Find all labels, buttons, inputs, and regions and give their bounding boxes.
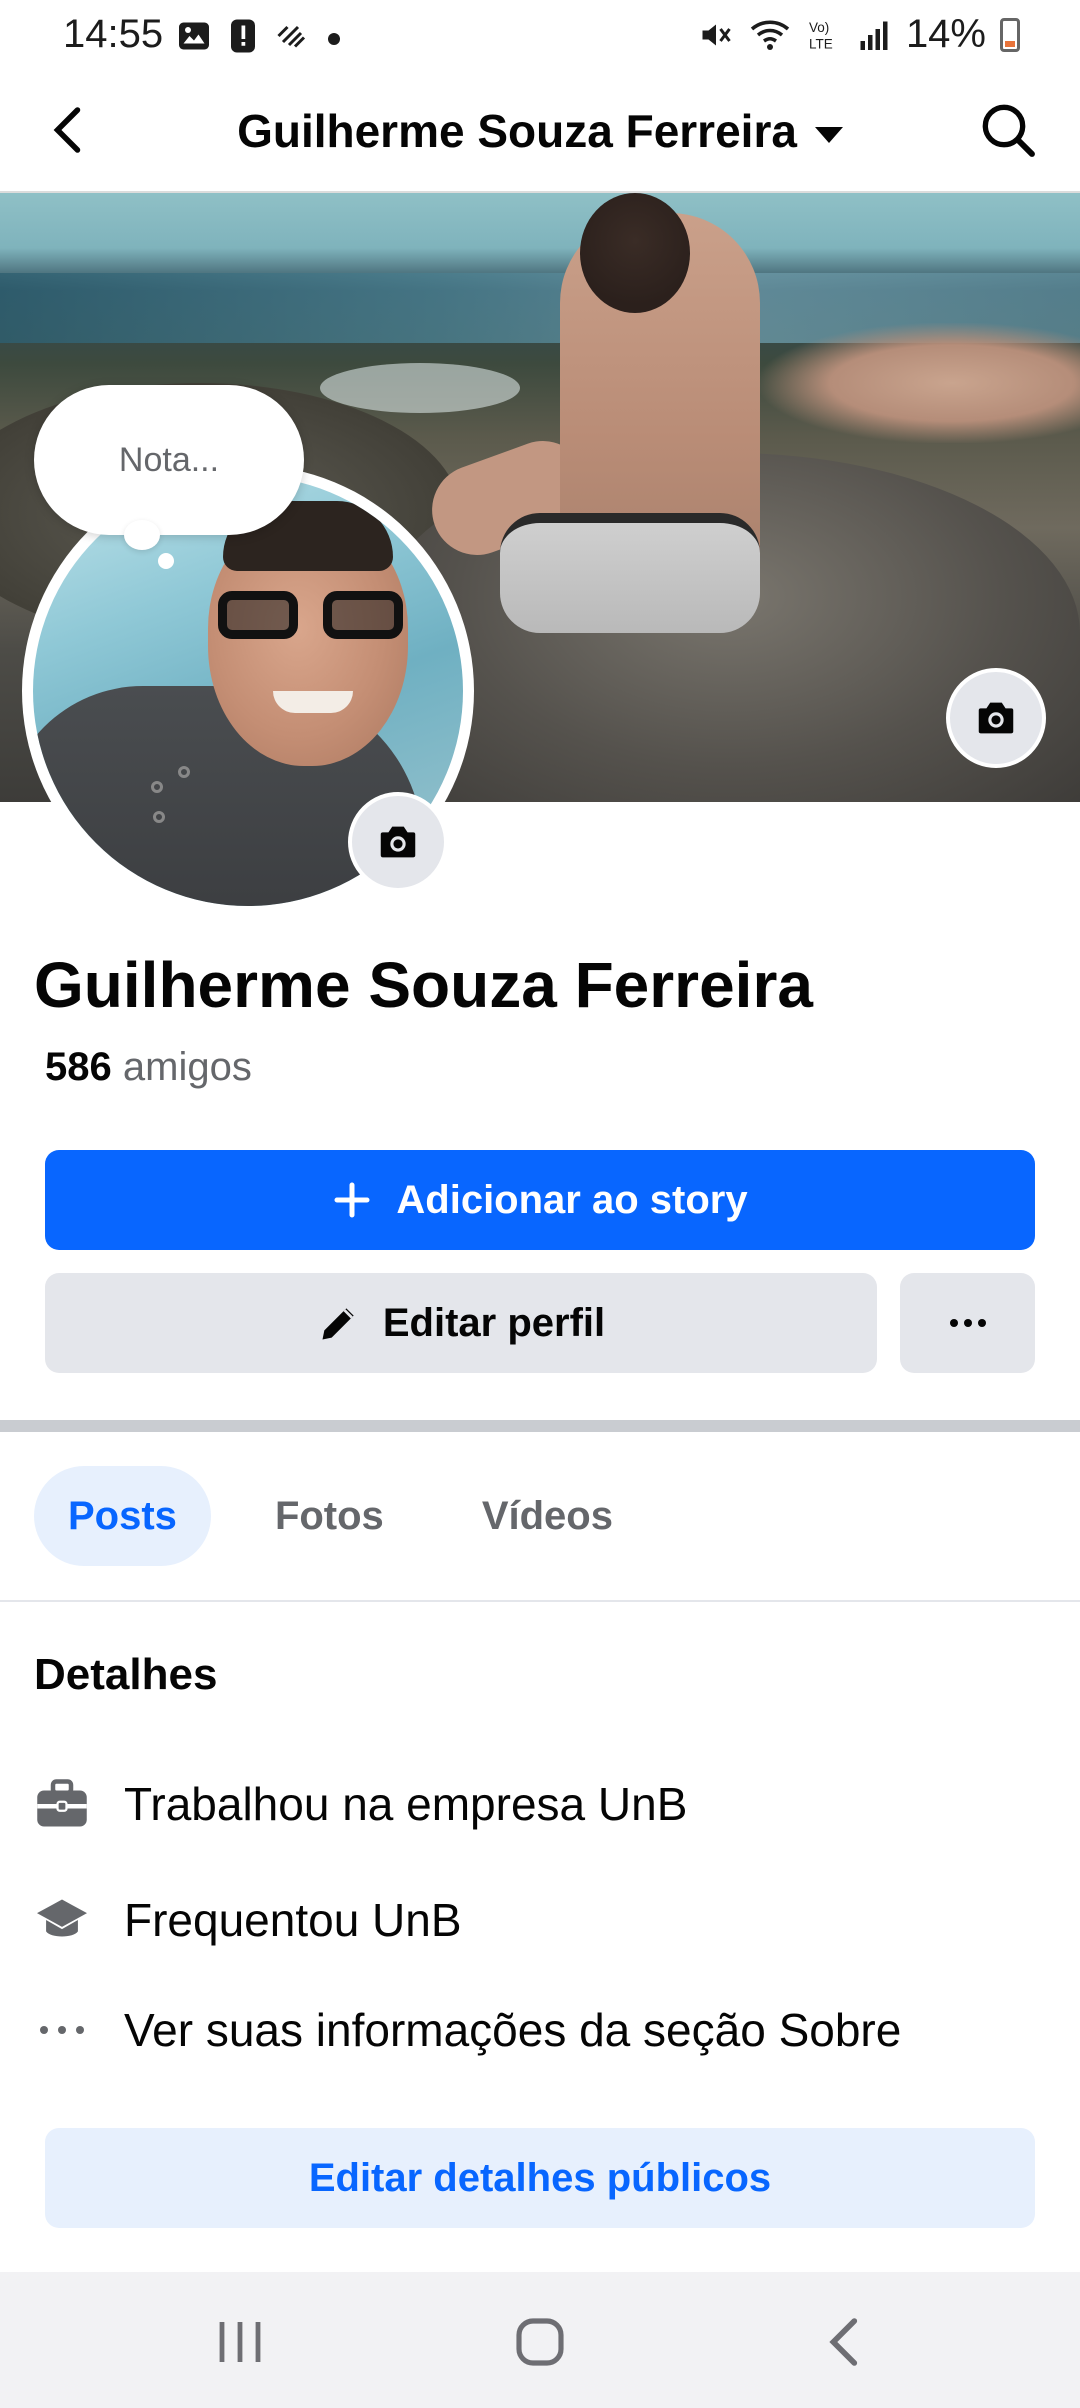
signal-icon bbox=[860, 21, 888, 50]
edit-cover-photo-button[interactable] bbox=[946, 668, 1046, 768]
edit-profile-label: Editar perfil bbox=[382, 1300, 606, 1345]
status-time: 14:55 bbox=[63, 12, 164, 56]
edit-public-details-button[interactable]: Editar detalhes públicos bbox=[45, 2128, 1035, 2228]
graduation-cap-icon bbox=[34, 1892, 90, 1948]
status-right: Vo) LTE 14% bbox=[698, 12, 1020, 57]
detail-work[interactable]: Trabalhou na empresa UnB bbox=[34, 1776, 687, 1832]
note-bubble-tail-small bbox=[158, 553, 174, 569]
home-button[interactable] bbox=[500, 2302, 580, 2382]
image-icon bbox=[179, 22, 209, 50]
note-placeholder: Nota... bbox=[118, 440, 220, 479]
profile-name: Guilherme Souza Ferreira bbox=[34, 949, 813, 1021]
system-back-button[interactable] bbox=[805, 2302, 885, 2382]
wifi-icon bbox=[750, 19, 790, 50]
briefcase-icon bbox=[34, 1776, 90, 1832]
detail-about[interactable]: Ver suas informações da seção Sobre bbox=[34, 2002, 901, 2058]
more-options-button[interactable] bbox=[900, 1273, 1035, 1373]
caret-down-icon bbox=[814, 126, 843, 143]
header-title: Guilherme Souza Ferreira bbox=[237, 105, 797, 157]
add-to-story-button[interactable]: Adicionar ao story bbox=[45, 1150, 1035, 1250]
tab-posts[interactable]: Posts bbox=[34, 1466, 211, 1566]
dot-icon bbox=[328, 33, 340, 45]
edit-profile-picture-button[interactable] bbox=[348, 792, 448, 892]
recent-apps-button[interactable] bbox=[200, 2302, 280, 2382]
mute-icon bbox=[702, 24, 731, 45]
system-navigation-bar bbox=[0, 2272, 1080, 2408]
add-to-story-label: Adicionar ao story bbox=[396, 1177, 748, 1222]
alert-icon bbox=[231, 19, 255, 53]
edit-public-details-label: Editar detalhes públicos bbox=[308, 2155, 772, 2200]
system-back-icon bbox=[829, 2318, 858, 2366]
note-bubble-tail bbox=[124, 520, 160, 550]
detail-work-text: Trabalhou na empresa UnB bbox=[124, 1778, 688, 1830]
friends-count[interactable]: 586 amigos bbox=[45, 1045, 252, 1090]
details-title: Detalhes bbox=[34, 1650, 218, 1699]
volte-icon: Vo)LTE bbox=[809, 20, 833, 52]
tabs-divider bbox=[0, 1600, 1080, 1602]
pencil-icon bbox=[322, 1308, 354, 1340]
pattern-icon bbox=[277, 25, 306, 48]
friends-label: amigos bbox=[122, 1045, 252, 1089]
battery-icon bbox=[1000, 17, 1020, 52]
detail-about-text: Ver suas informações da seção Sobre bbox=[124, 2004, 902, 2056]
status-left-icons bbox=[176, 18, 342, 54]
more-dots-icon bbox=[949, 1319, 986, 1327]
tab-fotos[interactable]: Fotos bbox=[241, 1466, 418, 1566]
battery-percent: 14% bbox=[905, 12, 986, 56]
more-dots-icon bbox=[34, 2002, 90, 2058]
plus-icon bbox=[334, 1182, 370, 1218]
home-icon bbox=[516, 2318, 564, 2366]
camera-icon bbox=[978, 702, 1014, 734]
search-button[interactable] bbox=[976, 98, 1040, 162]
profile-tabs: Posts Fotos Vídeos bbox=[34, 1466, 647, 1566]
search-icon bbox=[982, 104, 1035, 157]
edit-profile-button[interactable]: Editar perfil bbox=[45, 1273, 877, 1373]
recent-apps-icon bbox=[219, 2322, 261, 2362]
svg-text:Vo): Vo) bbox=[809, 20, 829, 35]
note-bubble[interactable]: Nota... bbox=[34, 385, 304, 535]
top-nav: Guilherme Souza Ferreira bbox=[0, 70, 1080, 193]
camera-icon bbox=[380, 826, 416, 858]
svg-text:LTE: LTE bbox=[809, 36, 833, 51]
detail-education[interactable]: Frequentou UnB bbox=[34, 1892, 462, 1948]
profile-switcher[interactable]: Guilherme Souza Ferreira bbox=[0, 104, 1080, 158]
section-divider bbox=[0, 1420, 1080, 1432]
tab-videos[interactable]: Vídeos bbox=[448, 1466, 647, 1566]
friends-number: 586 bbox=[45, 1045, 112, 1089]
detail-education-text: Frequentou UnB bbox=[124, 1894, 462, 1946]
status-bar: 14:55 Vo) LTE 14% bbox=[0, 0, 1080, 70]
